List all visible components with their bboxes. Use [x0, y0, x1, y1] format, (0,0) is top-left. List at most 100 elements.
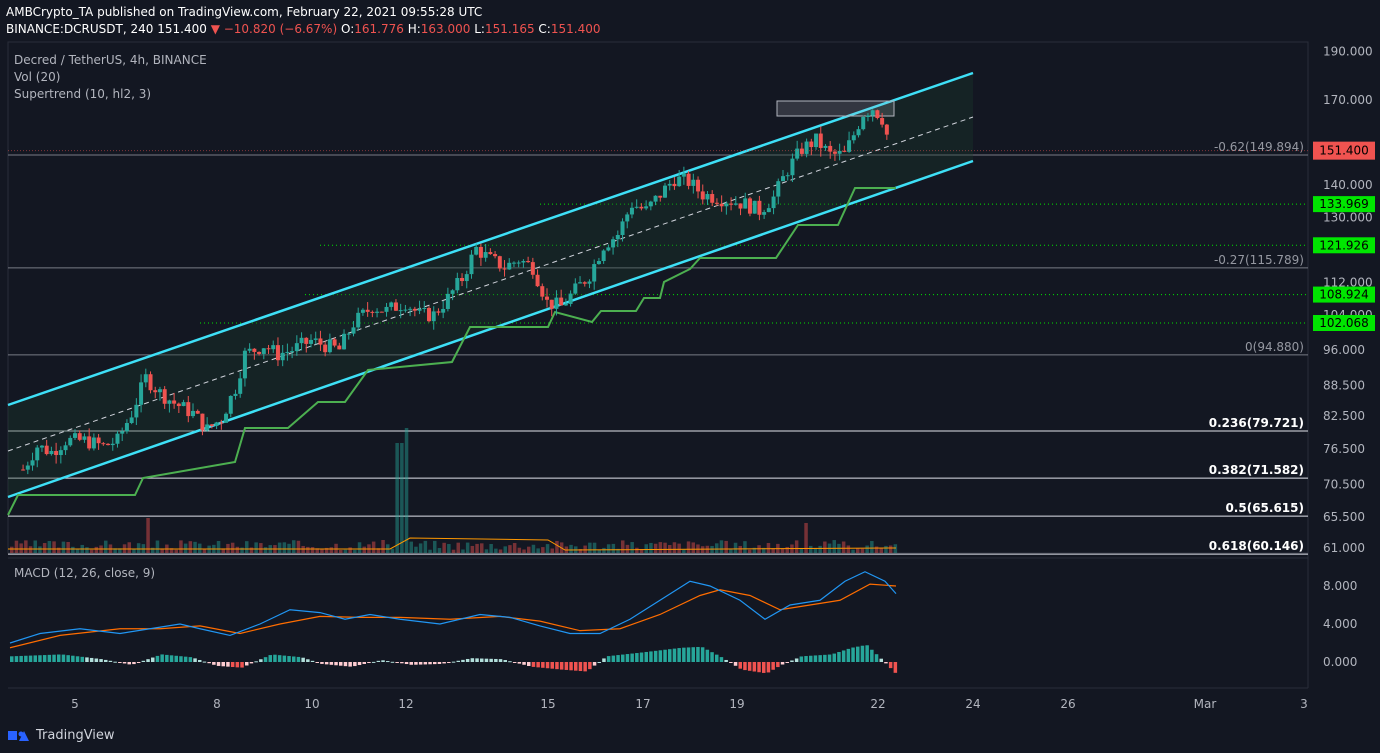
candle-body: [592, 264, 597, 282]
macd-hist-bar: [174, 655, 178, 662]
macd-tick-label: 4.000: [1323, 617, 1357, 631]
candle-body: [549, 299, 554, 309]
volume-bar: [621, 540, 625, 553]
volume-bar: [658, 542, 663, 553]
candle-body: [832, 151, 837, 154]
volume-bar: [470, 545, 475, 553]
volume-bar: [202, 549, 207, 553]
volume-bar: [860, 548, 865, 553]
candle-body: [507, 262, 512, 270]
volume-bar: [193, 541, 197, 553]
candle-body: [427, 308, 431, 322]
volume-bar: [353, 549, 357, 553]
macd-hist-bar: [870, 649, 874, 662]
candle-body: [91, 437, 96, 449]
supertrend-legend[interactable]: Supertrend (10, hl2, 3): [14, 87, 151, 101]
macd-hist-bar: [296, 656, 301, 662]
macd-hist-bar: [841, 650, 846, 662]
candle-body: [87, 436, 92, 449]
macd-hist-bar: [677, 648, 681, 662]
volume-bar: [686, 541, 691, 553]
candle-body: [120, 431, 125, 434]
volume-bar: [879, 548, 883, 553]
candle-body: [474, 246, 479, 255]
macd-hist-bar: [517, 662, 522, 664]
open-value: 161.776: [354, 22, 404, 36]
macd-hist-bar: [183, 656, 188, 662]
volume-bar: [24, 540, 28, 553]
volume-bar: [592, 542, 597, 553]
macd-legend[interactable]: MACD (12, 26, close, 9): [14, 566, 155, 580]
volume-bar: [254, 542, 258, 553]
volume-bar: [625, 544, 630, 553]
macd-hist-bar: [574, 662, 578, 671]
tradingview-footer[interactable]: TradingView: [8, 728, 115, 743]
macd-hist-bar: [75, 656, 80, 662]
volume-bar: [433, 540, 437, 553]
volume-bar: [310, 547, 315, 553]
candle-body: [488, 252, 493, 255]
macd-hist-bar: [860, 645, 865, 662]
macd-hist-bar: [428, 662, 432, 665]
macd-hist-bar: [418, 662, 423, 665]
candle-body: [823, 145, 828, 148]
macd-hist-bar: [888, 662, 893, 669]
candle-body: [342, 333, 347, 350]
candle-body: [752, 200, 757, 214]
candle-body: [497, 256, 502, 269]
vol-legend[interactable]: Vol (20): [14, 70, 60, 84]
macd-hist-bar: [10, 656, 14, 662]
macd-hist-bar: [315, 662, 319, 663]
candle-body: [375, 311, 380, 313]
macd-hist-bar: [249, 662, 254, 664]
candle-body: [648, 201, 653, 207]
macd-hist-bar: [837, 652, 841, 662]
macd-hist-bar: [503, 660, 507, 662]
candle-body: [545, 296, 549, 300]
candle-body: [412, 308, 417, 311]
macd-hist-bar: [700, 647, 705, 662]
volume-bar: [235, 546, 240, 553]
macd-hist-bar: [818, 655, 822, 662]
candle-body: [261, 348, 266, 354]
candle-body: [379, 311, 384, 313]
candle-body: [172, 400, 177, 404]
candle-body: [785, 175, 790, 177]
macd-hist-bar: [710, 652, 714, 662]
candle-body: [502, 268, 507, 270]
macd-hist-bar: [771, 662, 775, 670]
macd-hist-bar: [776, 662, 780, 668]
volume-bar: [38, 546, 42, 553]
time-tick-label: Mar: [1194, 697, 1217, 711]
price-chart[interactable]: 190.000170.000140.000130.000112.000104.0…: [0, 0, 1380, 753]
macd-hist-bar: [33, 655, 37, 662]
fib-label: 0.5(65.615): [1225, 501, 1304, 515]
candle-body: [58, 450, 63, 456]
macd-hist-bar: [136, 662, 141, 663]
volume-bar: [649, 542, 653, 553]
candle-body: [157, 389, 162, 393]
macd-hist-bar: [221, 662, 225, 667]
volume-bar: [465, 542, 470, 553]
candle-body: [667, 183, 672, 186]
volume-bar: [66, 541, 70, 553]
candle-body: [672, 183, 677, 187]
candle-body: [639, 206, 644, 209]
volume-bar: [57, 547, 61, 553]
candle-body: [837, 150, 842, 154]
macd-hist-bar: [484, 658, 489, 662]
volume-bar: [146, 518, 150, 553]
macd-hist-bar: [61, 654, 66, 662]
macd-hist-bar: [851, 647, 855, 662]
candle-body: [290, 351, 295, 353]
fib-label: -0.27(115.789): [1214, 253, 1304, 267]
macd-hist-bar: [353, 662, 357, 667]
volume-bar: [475, 543, 479, 553]
macd-hist-bar: [884, 662, 888, 664]
pair-legend[interactable]: Decred / TetherUS, 4h, BINANCE: [14, 53, 207, 67]
volume-bar: [52, 541, 56, 553]
candle-body: [790, 158, 795, 176]
candle-body: [710, 194, 715, 203]
price-tick-label: 88.500: [1323, 378, 1365, 392]
price-tick-label: 190.000: [1323, 44, 1373, 58]
